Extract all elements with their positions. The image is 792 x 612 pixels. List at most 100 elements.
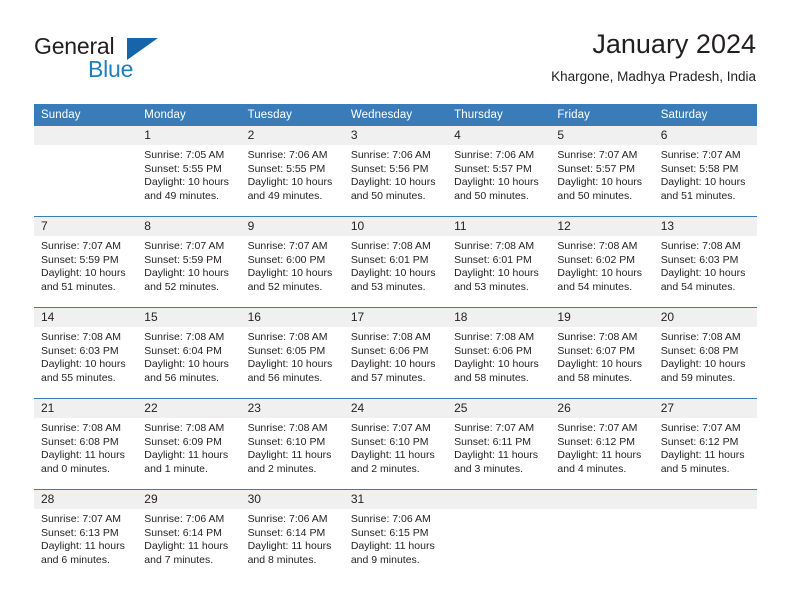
day-cell-inner: 28 Sunrise: 7:07 AM Sunset: 6:13 PM Dayligh… xyxy=(34,490,138,580)
daylight-text-line2: and 49 minutes. xyxy=(144,189,219,202)
daylight-text-line1: Daylight: 10 hours xyxy=(660,176,746,189)
day-cell-details: Sunrise: 7:08 AM Sunset: 6:08 PM Daylight:… xyxy=(34,418,137,476)
calendar-day-cell[interactable]: 18 Sunrise: 7:08 AM Sunset: 6:06 PM Dayligh… xyxy=(447,307,551,399)
calendar-day-cell[interactable]: 2 Sunrise: 7:06 AM Sunset: 5:55 PM Daylight… xyxy=(240,126,344,217)
calendar-day-cell[interactable]: 16 Sunrise: 7:08 AM Sunset: 6:05 PM Dayligh… xyxy=(240,307,344,399)
day-number: 18 xyxy=(447,308,551,327)
day-cell-inner: 19 Sunrise: 7:08 AM Sunset: 6:07 PM Dayligh… xyxy=(550,308,654,398)
day-cell-details: Sunrise: 7:08 AM Sunset: 6:10 PM Daylight:… xyxy=(241,418,344,476)
calendar-header-row: Sunday Monday Tuesday Wednesday Thursday… xyxy=(34,104,757,126)
calendar-grid: Sunday Monday Tuesday Wednesday Thursday… xyxy=(34,104,757,580)
daylight-text-line2: and 50 minutes. xyxy=(557,189,633,202)
day-cell-inner xyxy=(34,126,138,216)
calendar-day-cell[interactable]: 5 Sunrise: 7:07 AM Sunset: 5:57 PM Daylight… xyxy=(550,126,654,217)
calendar-day-cell-empty xyxy=(550,489,654,580)
day-number: 20 xyxy=(653,308,757,327)
day-cell-inner: 20 Sunrise: 7:08 AM Sunset: 6:08 PM Dayligh… xyxy=(653,308,757,398)
day-cell-details: Sunrise: 7:07 AM Sunset: 5:59 PM Daylight:… xyxy=(34,236,137,294)
daylight-text-line1: Daylight: 10 hours xyxy=(454,358,539,371)
day-cell-inner: 26 Sunrise: 7:07 AM Sunset: 6:12 PM Dayligh… xyxy=(550,399,654,489)
day-number xyxy=(653,490,757,509)
calendar-day-cell[interactable]: 17 Sunrise: 7:08 AM Sunset: 6:06 PM Dayligh… xyxy=(343,307,448,399)
daylight-text-line2: and 52 minutes. xyxy=(144,280,219,293)
calendar-day-cell[interactable]: 8 Sunrise: 7:07 AM Sunset: 5:59 PM Daylight… xyxy=(137,216,241,308)
weekday-header-thursday: Thursday xyxy=(447,104,551,126)
calendar-day-cell[interactable]: 19 Sunrise: 7:08 AM Sunset: 6:07 PM Dayligh… xyxy=(550,307,654,399)
day-number xyxy=(550,490,654,509)
daylight-text-line1: Daylight: 10 hours xyxy=(350,176,436,189)
daylight-text-line1: Daylight: 11 hours xyxy=(454,449,538,462)
sunset-text: Sunset: 6:01 PM xyxy=(350,253,429,266)
calendar-day-cell[interactable]: 10 Sunrise: 7:08 AM Sunset: 6:01 PM Dayligh… xyxy=(343,216,448,308)
calendar-day-cell[interactable]: 1 Sunrise: 7:05 AM Sunset: 5:55 PM Daylight… xyxy=(137,126,241,217)
sunset-text: Sunset: 6:14 PM xyxy=(247,526,326,539)
sunrise-text: Sunrise: 7:07 AM xyxy=(557,149,638,161)
calendar-day-cell[interactable]: 31 Sunrise: 7:06 AM Sunset: 6:15 PM Dayligh… xyxy=(343,489,448,580)
day-cell-details: Sunrise: 7:08 AM Sunset: 6:07 PM Daylight:… xyxy=(550,327,653,385)
sunrise-text: Sunrise: 7:07 AM xyxy=(454,422,535,434)
calendar-day-cell[interactable]: 15 Sunrise: 7:08 AM Sunset: 6:04 PM Dayligh… xyxy=(137,307,241,399)
calendar-day-cell[interactable]: 24 Sunrise: 7:07 AM Sunset: 6:10 PM Dayligh… xyxy=(343,398,448,490)
day-number: 16 xyxy=(240,308,344,327)
calendar-day-cell[interactable]: 26 Sunrise: 7:07 AM Sunset: 6:12 PM Dayligh… xyxy=(550,398,654,490)
calendar-day-cell[interactable]: 12 Sunrise: 7:08 AM Sunset: 6:02 PM Dayligh… xyxy=(550,216,654,308)
calendar-day-cell[interactable]: 13 Sunrise: 7:08 AM Sunset: 6:03 PM Dayligh… xyxy=(653,216,757,308)
sunset-text: Sunset: 6:15 PM xyxy=(350,526,429,539)
day-cell-details: Sunrise: 7:08 AM Sunset: 6:06 PM Daylight:… xyxy=(447,327,550,385)
calendar-day-cell[interactable]: 3 Sunrise: 7:06 AM Sunset: 5:56 PM Daylight… xyxy=(343,126,448,217)
calendar-day-cell-empty xyxy=(447,489,551,580)
daylight-text-line1: Daylight: 11 hours xyxy=(247,540,332,553)
sunset-text: Sunset: 6:13 PM xyxy=(41,526,119,539)
day-cell-inner xyxy=(550,490,654,580)
calendar-day-cell[interactable]: 4 Sunrise: 7:06 AM Sunset: 5:57 PM Daylight… xyxy=(447,126,551,217)
sunset-text: Sunset: 6:09 PM xyxy=(144,435,222,448)
daylight-text-line2: and 50 minutes. xyxy=(454,189,529,202)
daylight-text-line2: and 55 minutes. xyxy=(41,371,116,384)
daylight-text-line2: and 49 minutes. xyxy=(247,189,323,202)
sunset-text: Sunset: 6:11 PM xyxy=(454,435,531,448)
brand-logo[interactable]: General Blue xyxy=(34,33,214,85)
calendar-page: General Blue January 2024 Khargone, Madh… xyxy=(0,0,792,612)
sunset-text: Sunset: 5:55 PM xyxy=(247,162,326,175)
daylight-text-line1: Daylight: 10 hours xyxy=(660,267,746,280)
calendar-day-cell[interactable]: 20 Sunrise: 7:08 AM Sunset: 6:08 PM Dayligh… xyxy=(653,307,757,399)
daylight-text-line2: and 53 minutes. xyxy=(454,280,529,293)
daylight-text-line2: and 5 minutes. xyxy=(660,462,730,475)
daylight-text-line2: and 52 minutes. xyxy=(247,280,323,293)
sunset-text: Sunset: 5:57 PM xyxy=(454,162,532,175)
calendar-day-cell[interactable]: 30 Sunrise: 7:06 AM Sunset: 6:14 PM Dayligh… xyxy=(240,489,344,580)
calendar-day-cell[interactable]: 7 Sunrise: 7:07 AM Sunset: 5:59 PM Daylight… xyxy=(34,216,138,308)
day-cell-details: Sunrise: 7:08 AM Sunset: 6:05 PM Daylight:… xyxy=(241,327,344,385)
day-cell-inner: 14 Sunrise: 7:08 AM Sunset: 6:03 PM Dayligh… xyxy=(34,308,138,398)
daylight-text-line1: Daylight: 10 hours xyxy=(350,267,436,280)
calendar-day-cell[interactable]: 11 Sunrise: 7:08 AM Sunset: 6:01 PM Dayligh… xyxy=(447,216,551,308)
day-number xyxy=(447,490,551,509)
calendar-day-cell[interactable]: 25 Sunrise: 7:07 AM Sunset: 6:11 PM Dayligh… xyxy=(447,398,551,490)
day-cell-inner: 25 Sunrise: 7:07 AM Sunset: 6:11 PM Dayligh… xyxy=(447,399,551,489)
day-cell-details: Sunrise: 7:07 AM Sunset: 5:57 PM Daylight:… xyxy=(550,145,653,203)
calendar-day-cell[interactable]: 14 Sunrise: 7:08 AM Sunset: 6:03 PM Dayligh… xyxy=(34,307,138,399)
daylight-text-line2: and 51 minutes. xyxy=(41,280,116,293)
day-cell-details: Sunrise: 7:07 AM Sunset: 5:58 PM Daylight:… xyxy=(654,145,757,203)
daylight-text-line2: and 56 minutes. xyxy=(144,371,219,384)
calendar-day-cell[interactable]: 21 Sunrise: 7:08 AM Sunset: 6:08 PM Dayligh… xyxy=(34,398,138,490)
day-number: 30 xyxy=(240,490,344,509)
calendar-day-cell[interactable]: 23 Sunrise: 7:08 AM Sunset: 6:10 PM Dayligh… xyxy=(240,398,344,490)
day-number: 10 xyxy=(343,217,448,236)
calendar-day-cell[interactable]: 28 Sunrise: 7:07 AM Sunset: 6:13 PM Dayligh… xyxy=(34,489,138,580)
day-number: 21 xyxy=(34,399,138,418)
calendar-day-cell[interactable]: 29 Sunrise: 7:06 AM Sunset: 6:14 PM Dayligh… xyxy=(137,489,241,580)
calendar-day-cell-empty xyxy=(653,489,757,580)
sunrise-text: Sunrise: 7:06 AM xyxy=(350,513,431,525)
calendar-day-cell[interactable]: 22 Sunrise: 7:08 AM Sunset: 6:09 PM Dayligh… xyxy=(137,398,241,490)
calendar-day-cell[interactable]: 27 Sunrise: 7:07 AM Sunset: 6:12 PM Dayligh… xyxy=(653,398,757,490)
calendar-day-cell[interactable]: 6 Sunrise: 7:07 AM Sunset: 5:58 PM Daylight… xyxy=(653,126,757,217)
sunset-text: Sunset: 5:55 PM xyxy=(144,162,222,175)
daylight-text-line1: Daylight: 10 hours xyxy=(247,176,333,189)
day-number: 8 xyxy=(137,217,241,236)
day-cell-inner: 16 Sunrise: 7:08 AM Sunset: 6:05 PM Dayligh… xyxy=(240,308,344,398)
daylight-text-line1: Daylight: 11 hours xyxy=(41,540,125,553)
calendar-day-cell[interactable]: 9 Sunrise: 7:07 AM Sunset: 6:00 PM Daylight… xyxy=(240,216,344,308)
day-cell-details: Sunrise: 7:07 AM Sunset: 6:12 PM Daylight:… xyxy=(550,418,653,476)
day-cell-details: Sunrise: 7:07 AM Sunset: 5:59 PM Daylight:… xyxy=(137,236,240,294)
